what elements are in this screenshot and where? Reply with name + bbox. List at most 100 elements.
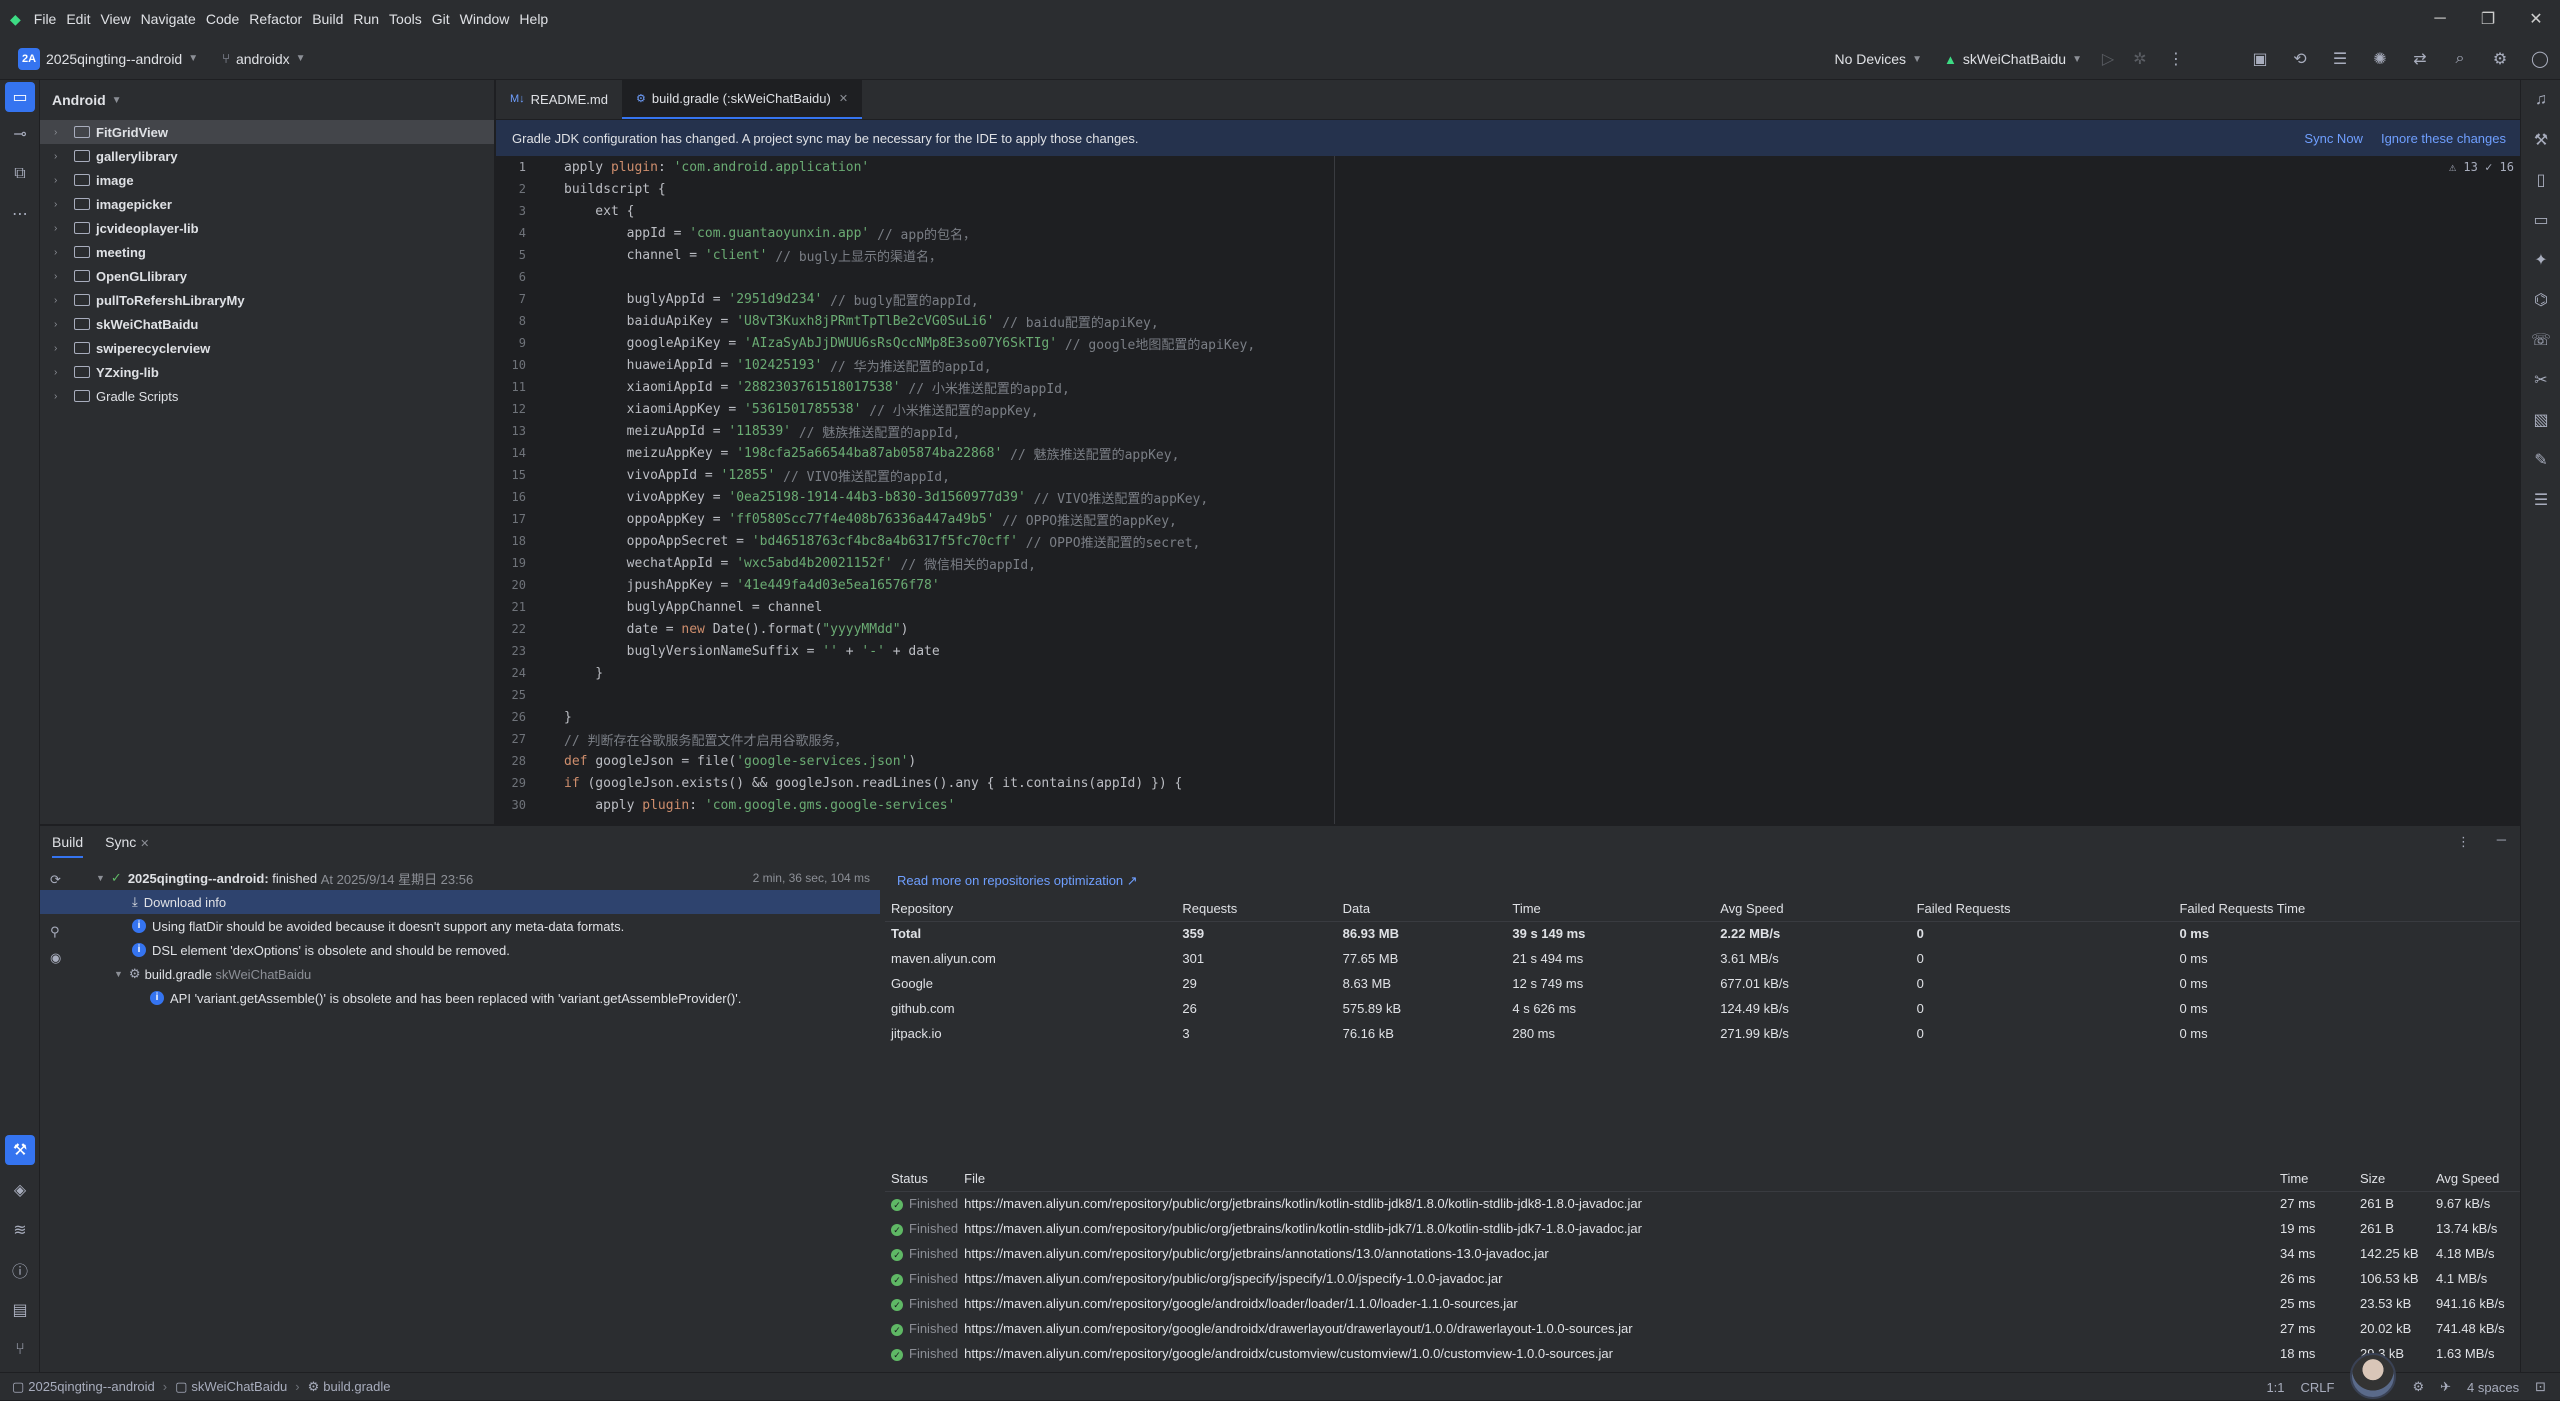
settings-gear-icon[interactable]: ⚙ bbox=[2480, 38, 2520, 80]
run-config-selector[interactable]: skWeiChatBaidu bbox=[1963, 51, 2066, 67]
code-line[interactable]: 10 huaweiAppId = '102425193' // 华为推送配置的a… bbox=[496, 354, 2520, 376]
layout-inspector-icon[interactable]: ☰ bbox=[2320, 38, 2360, 80]
tab-build[interactable]: Build bbox=[52, 826, 84, 858]
code-line[interactable]: 6 bbox=[496, 266, 2520, 288]
code-line[interactable]: 24 } bbox=[496, 662, 2520, 684]
gemini-icon[interactable]: ✦ bbox=[2521, 240, 2560, 280]
build-root-row[interactable]: ▼ ✓ 2025qingting--android: finished At 2… bbox=[40, 866, 880, 890]
code-line[interactable]: 16 vivoAppKey = '0ea25198-1914-44b3-b830… bbox=[496, 486, 2520, 508]
app-inspection-icon[interactable]: ⌬ bbox=[2521, 280, 2560, 320]
column-header[interactable]: Avg Speed bbox=[1714, 896, 1911, 922]
breadcrumb-project[interactable]: 2025qingting--android bbox=[28, 1379, 154, 1394]
tree-item[interactable]: › YZxing-lib bbox=[40, 360, 494, 384]
download-info-row[interactable]: ⤓ Download info bbox=[40, 890, 880, 914]
menu-item-build[interactable]: Build bbox=[307, 0, 348, 38]
ignore-changes-link[interactable]: Ignore these changes bbox=[2381, 131, 2506, 146]
menu-item-window[interactable]: Window bbox=[455, 0, 515, 38]
code-line[interactable]: 7 buglyAppId = '2951d9d234' // bugly配置的a… bbox=[496, 288, 2520, 310]
menu-item-file[interactable]: File bbox=[29, 0, 62, 38]
column-header[interactable]: Data bbox=[1336, 896, 1507, 922]
menu-item-run[interactable]: Run bbox=[348, 0, 384, 38]
code-line[interactable]: 5 channel = 'client' // bugly上显示的渠道名， bbox=[496, 244, 2520, 266]
table-row[interactable]: ✓ Finished https://maven.aliyun.com/reposi… bbox=[885, 1241, 2520, 1266]
column-header[interactable]: Failed Requests bbox=[1910, 896, 2174, 922]
tree-item[interactable]: › imagepicker bbox=[40, 192, 494, 216]
sync-gradle-icon[interactable]: ⇄ bbox=[2400, 38, 2440, 80]
build-message-row[interactable]: i API 'variant.getAssemble()' is obsolet… bbox=[40, 986, 880, 1010]
chevron-right-icon[interactable]: › bbox=[54, 391, 70, 402]
cursor-position[interactable]: 1:1 bbox=[2266, 1380, 2284, 1395]
code-line[interactable]: 21 buglyAppChannel = channel bbox=[496, 596, 2520, 618]
tree-item[interactable]: › skWeiChatBaidu bbox=[40, 312, 494, 336]
tree-item[interactable]: › FitGridView bbox=[40, 120, 494, 144]
code-line[interactable]: 18 oppoAppSecret = 'bd46518763cf4bc8a4b6… bbox=[496, 530, 2520, 552]
column-header[interactable]: Avg Speed bbox=[2430, 1166, 2520, 1192]
column-header[interactable]: Repository bbox=[885, 896, 1177, 922]
code-line[interactable]: 26} bbox=[496, 706, 2520, 728]
resource-manager-icon[interactable]: ▧ bbox=[2521, 400, 2560, 440]
code-line[interactable]: 9 googleApiKey = 'AIzaSyAbJjDWUU6sRsQccN… bbox=[496, 332, 2520, 354]
code-line[interactable]: 25 bbox=[496, 684, 2520, 706]
code-line[interactable]: 20 jpushAppKey = '41e449fa4d03e5ea16576f… bbox=[496, 574, 2520, 596]
table-row[interactable]: ✓ Finished https://maven.aliyun.com/reposi… bbox=[885, 1191, 2520, 1216]
code-line[interactable]: 19 wechatAppId = 'wxc5abd4b20021152f' //… bbox=[496, 552, 2520, 574]
tree-item[interactable]: › swiperecyclerview bbox=[40, 336, 494, 360]
chevron-right-icon[interactable]: › bbox=[54, 199, 70, 210]
table-row[interactable]: jitpack.io 3 76.16 kB 280 ms 271.99 kB/s 0 0 m… bbox=[885, 1021, 2520, 1046]
menu-item-tools[interactable]: Tools bbox=[384, 0, 427, 38]
code-line[interactable]: 4 appId = 'com.guantaoyunxin.app' // app… bbox=[496, 222, 2520, 244]
inspection-indicator[interactable]: ⚠ 13 ✓ 16 bbox=[2449, 160, 2514, 174]
code-line[interactable]: 2 buildscript { bbox=[496, 178, 2520, 200]
commit-icon[interactable]: ⊸ bbox=[0, 114, 40, 154]
notifications-bell-icon[interactable]: ♫ bbox=[2521, 80, 2560, 120]
code-line[interactable]: 15 vivoAppId = '12855' // VIVO推送配置的appId… bbox=[496, 464, 2520, 486]
tree-item[interactable]: › jcvideoplayer-lib bbox=[40, 216, 494, 240]
project-selector[interactable]: 2025qingting--android bbox=[46, 51, 182, 67]
sync-now-link[interactable]: Sync Now bbox=[2304, 131, 2363, 146]
structure-icon[interactable]: ⧉ bbox=[0, 154, 40, 194]
code-line[interactable]: 28 def googleJson = file('google-services… bbox=[496, 750, 2520, 772]
code-editor[interactable]: ⚠ 13 ✓ 16 1 apply plugin: 'com.android.ap… bbox=[496, 156, 2520, 824]
minimize-button[interactable]: ─ bbox=[2416, 0, 2464, 38]
more-actions-icon[interactable]: ⋮ bbox=[2156, 38, 2196, 80]
chevron-right-icon[interactable]: › bbox=[54, 367, 70, 378]
running-devices-icon[interactable]: ▭ bbox=[2521, 200, 2560, 240]
tree-item[interactable]: › meeting bbox=[40, 240, 494, 264]
menu-item-refactor[interactable]: Refactor bbox=[244, 0, 307, 38]
build-hammer-icon[interactable]: ⚒ bbox=[5, 1135, 35, 1165]
tools-icon[interactable]: ✂ bbox=[2521, 360, 2560, 400]
breadcrumb-module[interactable]: skWeiChatBaidu bbox=[191, 1379, 287, 1394]
emulator-icon[interactable]: ☏ bbox=[2521, 320, 2560, 360]
settings-sync-icon[interactable]: ⚙ bbox=[2412, 1379, 2424, 1395]
editor-tab[interactable]: M↓ README.md bbox=[496, 79, 622, 119]
structure-list-icon[interactable]: ☰ bbox=[2521, 480, 2560, 520]
table-row[interactable]: ✓ Finished https://maven.aliyun.com/reposi… bbox=[885, 1291, 2520, 1316]
more-options-icon[interactable]: ⋮ bbox=[2457, 834, 2470, 850]
more-tools-icon[interactable]: ⋯ bbox=[0, 194, 40, 234]
code-line[interactable]: 30 apply plugin: 'com.google.gms.google-… bbox=[496, 794, 2520, 816]
column-header[interactable]: Failed Requests Time bbox=[2173, 896, 2520, 922]
tree-item[interactable]: › pullToRefershLibraryMy bbox=[40, 288, 494, 312]
build-gradle-row[interactable]: ▼ ⚙ build.gradle skWeiChatBaidu bbox=[40, 962, 880, 986]
column-header[interactable]: Requests bbox=[1176, 896, 1337, 922]
menu-item-navigate[interactable]: Navigate bbox=[136, 0, 201, 38]
device-manager-icon[interactable]: ▣ bbox=[2240, 38, 2280, 80]
table-row[interactable]: ✓ Finished https://maven.aliyun.com/reposi… bbox=[885, 1266, 2520, 1291]
device-file-icon[interactable]: ▯ bbox=[2521, 160, 2560, 200]
code-line[interactable]: 29 if (googleJson.exists() && googleJson.… bbox=[496, 772, 2520, 794]
branch-selector[interactable]: androidx bbox=[236, 51, 290, 67]
edit-icon[interactable]: ✎ bbox=[2521, 440, 2560, 480]
menu-item-code[interactable]: Code bbox=[201, 0, 244, 38]
tree-item[interactable]: › Gradle Scripts bbox=[40, 384, 494, 408]
close-window-button[interactable]: ✕ bbox=[2512, 0, 2560, 38]
code-line[interactable]: 1 apply plugin: 'com.android.application' bbox=[496, 156, 2520, 178]
code-line[interactable]: 8 baiduApiKey = 'U8vT3Kuxh8jPRmtTpTlBe2c… bbox=[496, 310, 2520, 332]
problems-icon[interactable]: ⓘ bbox=[0, 1250, 40, 1290]
project-view-selector[interactable]: Android ▼ bbox=[40, 80, 494, 120]
hide-panel-icon[interactable]: ─ bbox=[2497, 832, 2506, 847]
account-icon[interactable]: ◯ bbox=[2520, 38, 2560, 80]
menu-item-view[interactable]: View bbox=[95, 0, 135, 38]
search-icon[interactable]: ⌕ bbox=[2440, 38, 2480, 80]
lock-icon[interactable]: ⊡ bbox=[2535, 1379, 2546, 1395]
editor-tab[interactable]: ⚙ build.gradle (:skWeiChatBaidu) ✕ bbox=[621, 79, 863, 119]
